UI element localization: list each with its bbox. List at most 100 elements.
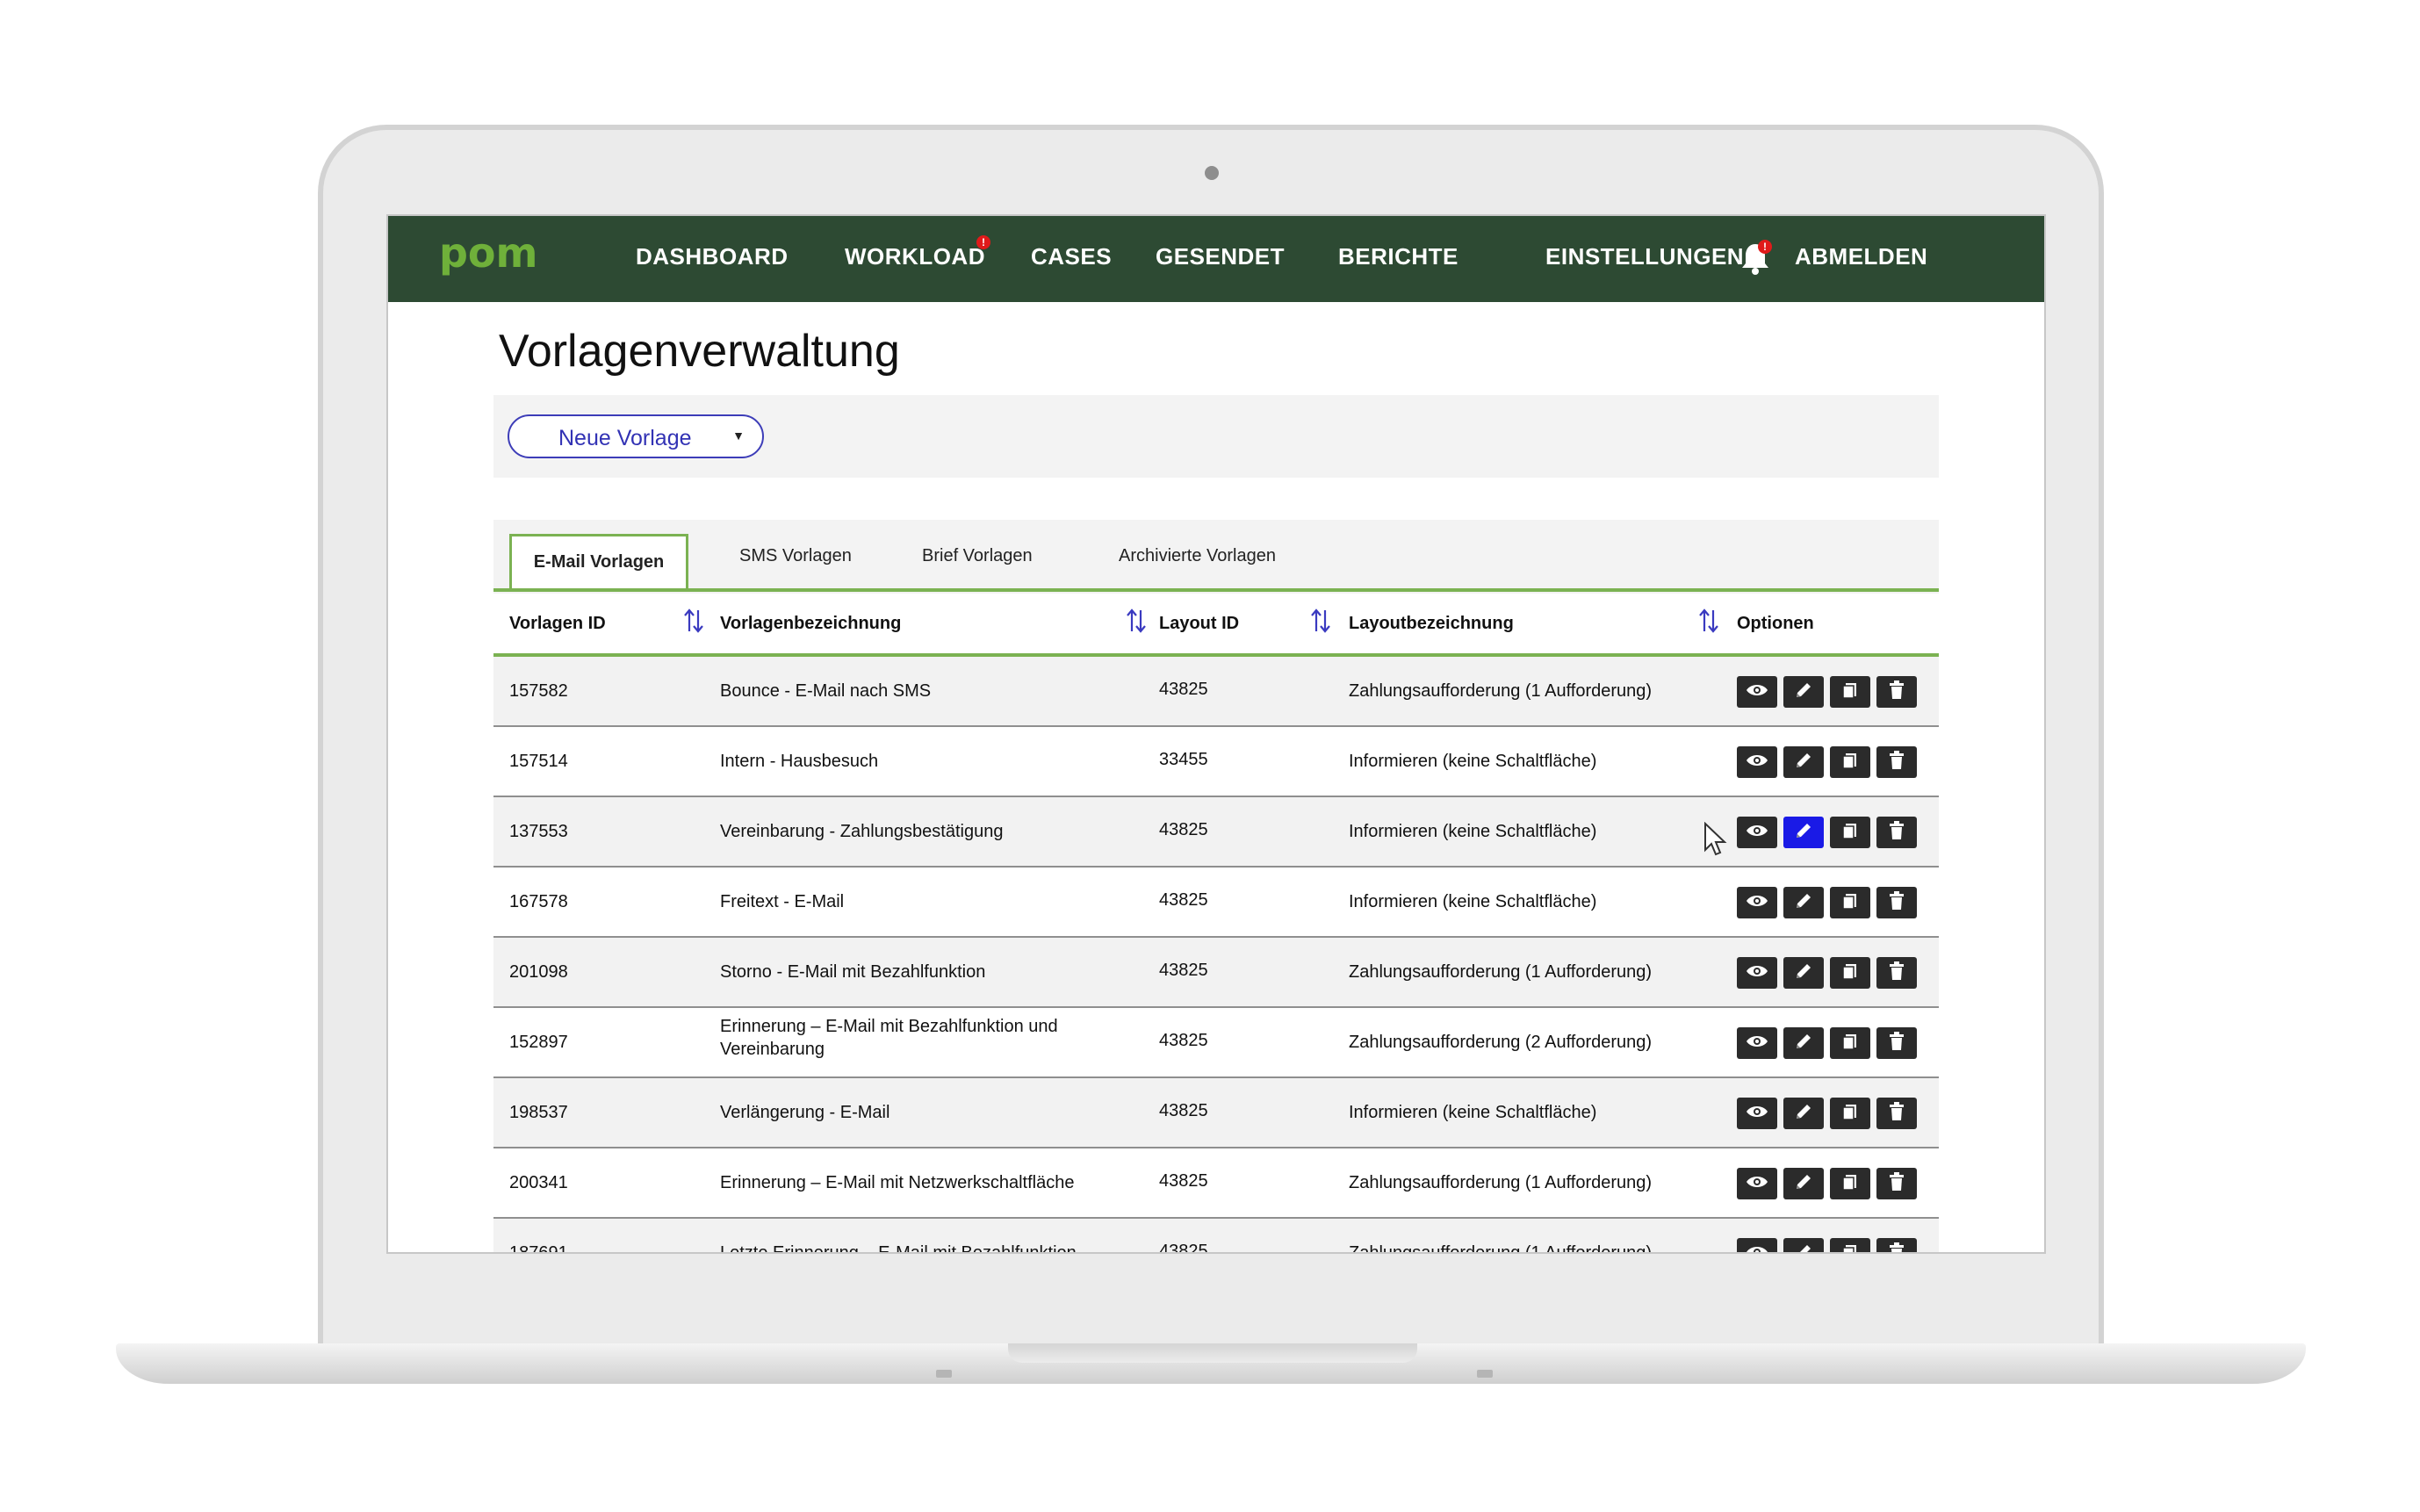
camera-dot (1205, 166, 1219, 180)
sort-arrows-icon[interactable] (1698, 608, 1719, 638)
table-row[interactable]: 198537 Verlängerung - E-Mail 43825 Informie… (493, 1078, 1939, 1148)
eye-icon (1746, 1104, 1768, 1124)
sort-arrows-icon[interactable] (1310, 608, 1331, 638)
cell-layout-id: 43825 (1159, 820, 1208, 839)
delete-button[interactable] (1876, 1027, 1917, 1059)
cell-layout-id: 33455 (1159, 750, 1208, 769)
cell-layout-id: 43825 (1159, 1171, 1208, 1191)
eye-icon (1746, 823, 1768, 843)
edit-button[interactable] (1783, 817, 1824, 848)
delete-button[interactable] (1876, 1098, 1917, 1129)
cell-vorlagenbezeichnung: Letzte Erinnerung – E-Mail mit Bezahlfun… (720, 1243, 1077, 1254)
copy-icon (1840, 961, 1860, 985)
laptop-foot (1477, 1370, 1493, 1378)
cell-layout-id: 43825 (1159, 961, 1208, 980)
delete-button[interactable] (1876, 957, 1917, 989)
pencil-icon (1794, 751, 1813, 774)
header-optionen: Optionen (1737, 614, 1814, 633)
edit-button[interactable] (1783, 746, 1824, 778)
header-layoutbezeichnung[interactable]: Layoutbezeichnung (1349, 614, 1514, 634)
view-button[interactable] (1737, 957, 1777, 989)
nav-dashboard[interactable]: DASHBOARD (636, 243, 789, 270)
view-button[interactable] (1737, 887, 1777, 918)
eye-icon (1746, 682, 1768, 702)
nav-einstellungen[interactable]: EINSTELLUNGEN (1545, 243, 1744, 270)
view-button[interactable] (1737, 746, 1777, 778)
view-button[interactable] (1737, 817, 1777, 848)
tab-email-vorlagen[interactable]: E-Mail Vorlagen (509, 534, 688, 588)
delete-button[interactable] (1876, 887, 1917, 918)
view-button[interactable] (1737, 676, 1777, 708)
dropdown-label: Neue Vorlage (558, 426, 692, 450)
nav-gesendet[interactable]: GESENDET (1156, 243, 1285, 270)
laptop-foot (936, 1370, 952, 1378)
edit-button[interactable] (1783, 1168, 1824, 1199)
cell-layout-id: 43825 (1159, 680, 1208, 699)
pencil-icon (1794, 680, 1813, 704)
view-button[interactable] (1737, 1168, 1777, 1199)
cell-layoutbezeichnung: Zahlungsaufforderung (1 Aufforderung) (1349, 1173, 1653, 1192)
nav-berichte[interactable]: BERICHTE (1338, 243, 1458, 270)
table-header: Vorlagen ID Vorlagenbezeichnung Layout I… (493, 592, 1939, 657)
cell-vorlagenbezeichnung: Storno - E-Mail mit Bezahlfunktion (720, 962, 986, 982)
sort-arrows-icon[interactable] (1126, 608, 1147, 638)
nav-workload[interactable]: WORKLOAD (845, 243, 985, 270)
copy-icon (1840, 1032, 1860, 1055)
trash-icon (1888, 890, 1905, 915)
cell-vorlagenbezeichnung: Freitext - E-Mail (720, 892, 845, 911)
trash-icon (1888, 750, 1905, 774)
delete-button[interactable] (1876, 1168, 1917, 1199)
header-vorlagenbezeichnung[interactable]: Vorlagenbezeichnung (720, 614, 901, 634)
table-row[interactable]: 201098 Storno - E-Mail mit Bezahlfunktion… (493, 938, 1939, 1008)
nav-abmelden[interactable]: ABMELDEN (1795, 243, 1927, 270)
copy-button[interactable] (1830, 676, 1870, 708)
cell-layoutbezeichnung: Informieren (keine Schaltfläche) (1349, 822, 1597, 841)
delete-button[interactable] (1876, 746, 1917, 778)
delete-button[interactable] (1876, 1238, 1917, 1252)
edit-button[interactable] (1783, 676, 1824, 708)
copy-button[interactable] (1830, 1098, 1870, 1129)
pom-logo[interactable]: pom (437, 229, 560, 289)
copy-button[interactable] (1830, 817, 1870, 848)
page-title: Vorlagenverwaltung (499, 326, 900, 377)
tab-sms-vorlagen[interactable]: SMS Vorlagen (739, 546, 852, 566)
copy-button[interactable] (1830, 746, 1870, 778)
copy-button[interactable] (1830, 1168, 1870, 1199)
cell-vorlagenbezeichnung: Vereinbarung - Zahlungsbestätigung (720, 822, 1004, 841)
edit-button[interactable] (1783, 1238, 1824, 1252)
edit-button[interactable] (1783, 887, 1824, 918)
copy-icon (1840, 1102, 1860, 1126)
copy-button[interactable] (1830, 887, 1870, 918)
copy-icon (1840, 1242, 1860, 1252)
view-button[interactable] (1737, 1238, 1777, 1252)
new-template-dropdown[interactable]: Neue Vorlage ▼ (508, 414, 764, 458)
table-row[interactable]: 167578 Freitext - E-Mail 43825 Informieren … (493, 868, 1939, 938)
nav-cases[interactable]: CASES (1031, 243, 1112, 270)
delete-button[interactable] (1876, 817, 1917, 848)
table-row[interactable]: 152897 Erinnerung – E-Mail mit Bezahlfunk… (493, 1008, 1939, 1078)
tab-archivierte-vorlagen[interactable]: Archivierte Vorlagen (1119, 546, 1276, 566)
table-row[interactable]: 187691 Letzte Erinnerung – E-Mail mit Bez… (493, 1219, 1939, 1254)
header-vorlagen-id[interactable]: Vorlagen ID (509, 614, 606, 634)
tab-brief-vorlagen[interactable]: Brief Vorlagen (922, 546, 1033, 566)
copy-button[interactable] (1830, 957, 1870, 989)
edit-button[interactable] (1783, 957, 1824, 989)
table-row[interactable]: 200341 Erinnerung – E-Mail mit Netzwerksc… (493, 1148, 1939, 1219)
cell-layoutbezeichnung: Informieren (keine Schaltfläche) (1349, 1103, 1597, 1122)
pencil-icon (1794, 891, 1813, 915)
copy-button[interactable] (1830, 1027, 1870, 1059)
view-button[interactable] (1737, 1098, 1777, 1129)
view-button[interactable] (1737, 1027, 1777, 1059)
edit-button[interactable] (1783, 1027, 1824, 1059)
edit-button[interactable] (1783, 1098, 1824, 1129)
sort-arrows-icon[interactable] (683, 608, 704, 638)
header-layout-id[interactable]: Layout ID (1159, 614, 1239, 634)
table-row[interactable]: 157582 Bounce - E-Mail nach SMS 43825 Zahlu… (493, 657, 1939, 727)
copy-button[interactable] (1830, 1238, 1870, 1252)
eye-icon (1746, 893, 1768, 913)
trash-icon (1888, 1242, 1905, 1252)
mouse-cursor (1703, 821, 1728, 861)
delete-button[interactable] (1876, 676, 1917, 708)
table-row[interactable]: 157514 Intern - Hausbesuch 33455 Informiere… (493, 727, 1939, 797)
cell-layout-id: 43825 (1159, 890, 1208, 910)
